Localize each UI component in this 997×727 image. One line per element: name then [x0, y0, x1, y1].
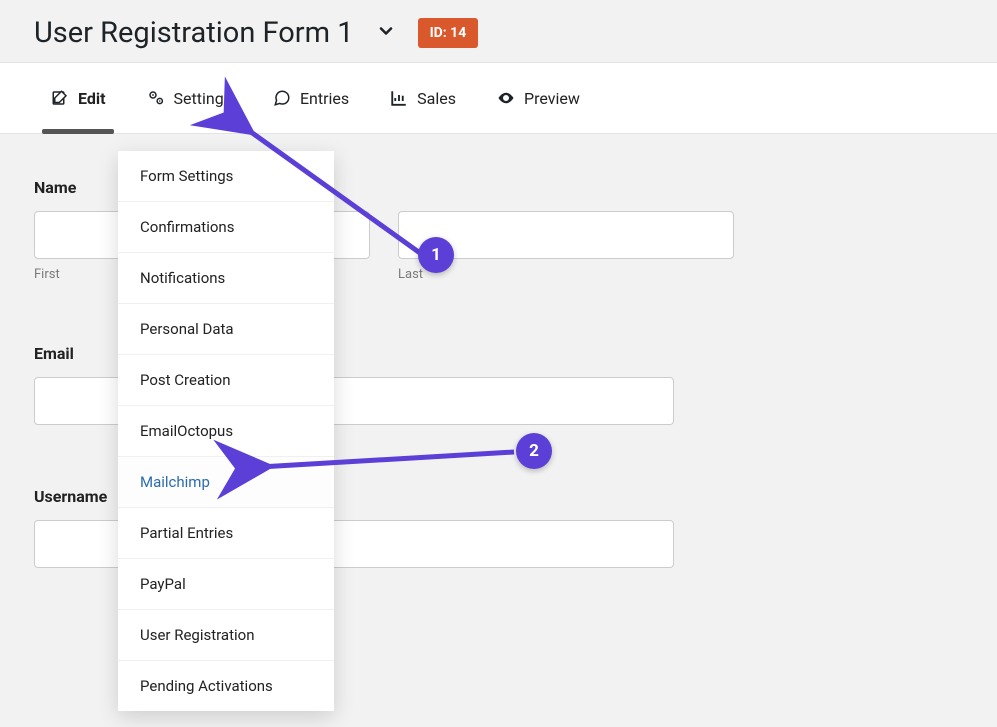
tab-edit[interactable]: Edit — [30, 63, 126, 133]
edit-icon — [50, 89, 70, 107]
annotation-arrow-2 — [246, 447, 536, 487]
dropdown-item-paypal[interactable]: PayPal — [118, 559, 334, 610]
dropdown-item-pending-activations[interactable]: Pending Activations — [118, 661, 334, 711]
page-title: User Registration Form 1 — [34, 16, 354, 50]
tab-preview[interactable]: Preview — [476, 63, 600, 133]
dropdown-item-personal-data[interactable]: Personal Data — [118, 304, 334, 355]
tab-bar: Edit Settings Entries Sales Preview — [0, 62, 997, 134]
gears-icon — [146, 89, 166, 107]
chevron-down-icon — [376, 21, 396, 45]
comment-icon — [272, 89, 292, 107]
dropdown-item-partial-entries[interactable]: Partial Entries — [118, 508, 334, 559]
tab-label: Sales — [417, 89, 456, 108]
annotation-marker-1: 1 — [418, 237, 454, 273]
tab-label: Preview — [524, 89, 580, 108]
form-switcher-button[interactable] — [372, 17, 400, 49]
page-header: User Registration Form 1 ID: 14 — [0, 0, 997, 62]
tab-label: Settings — [174, 89, 232, 108]
dropdown-item-user-registration[interactable]: User Registration — [118, 610, 334, 661]
annotation-marker-2: 2 — [516, 433, 552, 469]
tab-label: Edit — [78, 89, 106, 108]
tab-label: Entries — [300, 89, 349, 108]
form-id-badge: ID: 14 — [418, 18, 479, 48]
annotation-arrow-1 — [230, 115, 440, 265]
dropdown-item-post-creation[interactable]: Post Creation — [118, 355, 334, 406]
last-sublabel: Last — [398, 267, 734, 282]
bar-chart-icon — [389, 89, 409, 107]
eye-icon — [496, 89, 516, 107]
